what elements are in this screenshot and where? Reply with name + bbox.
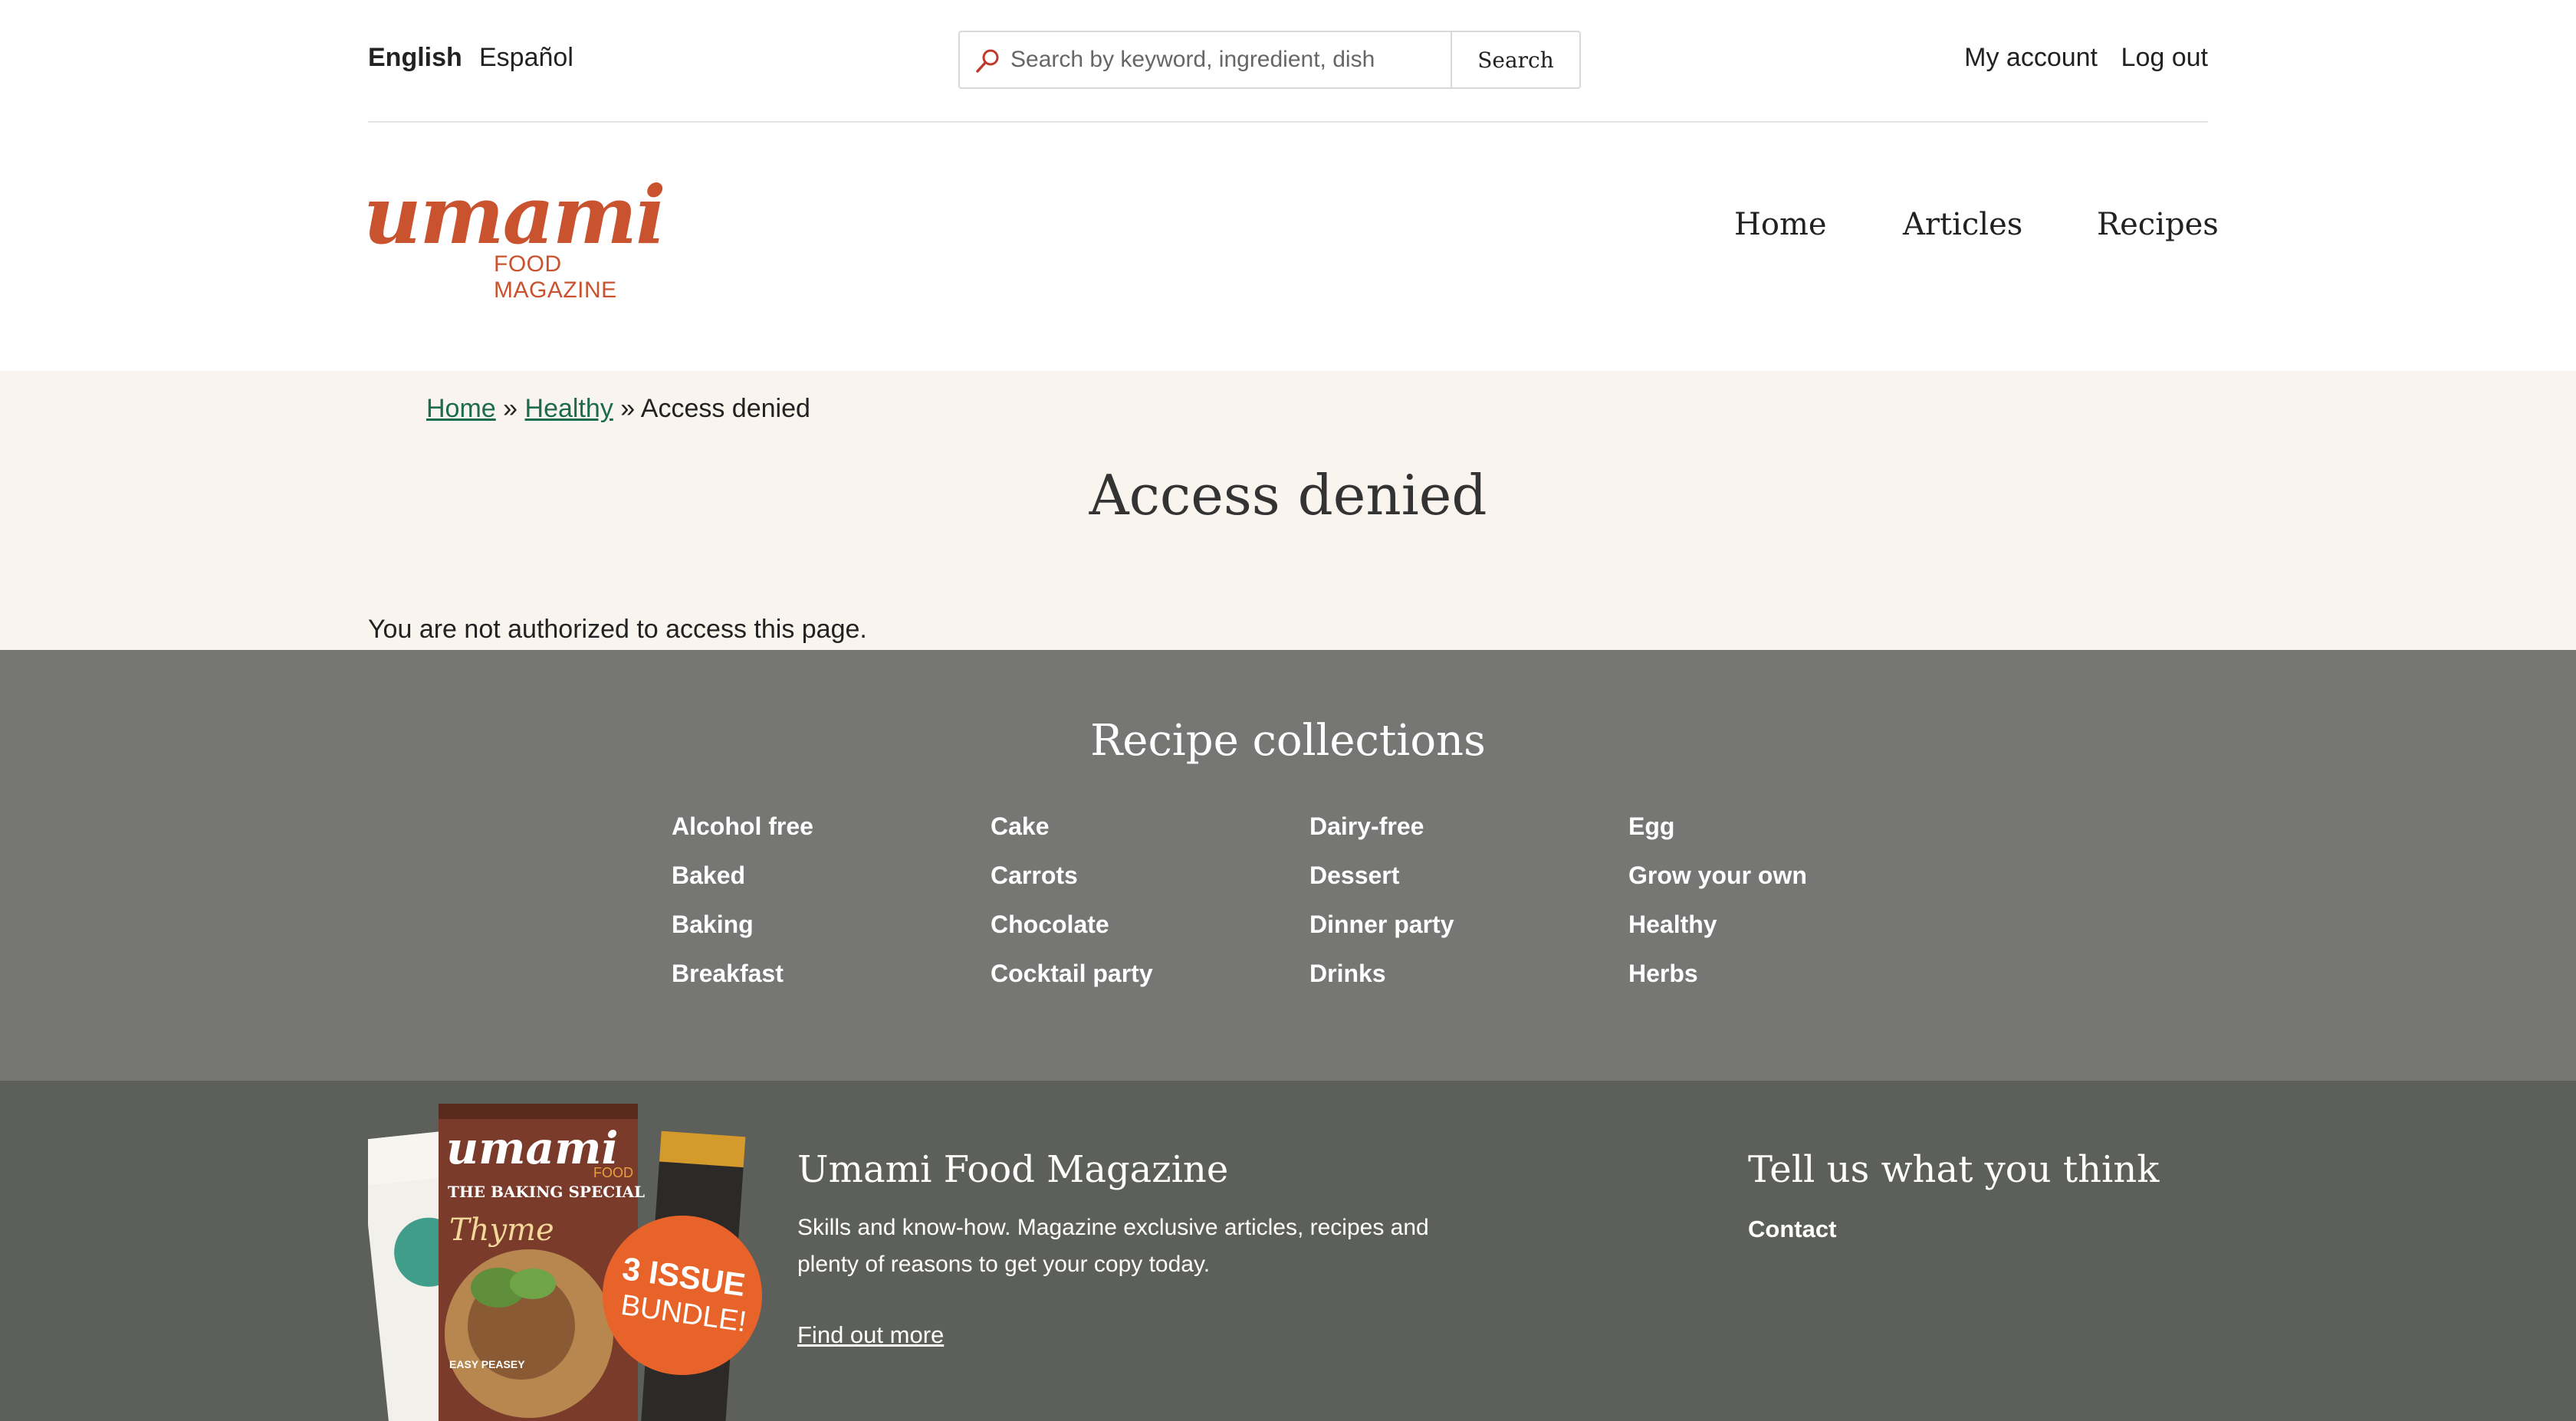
recipe-collections: Recipe collections Alcohol free Baked Ba… — [0, 650, 2576, 1081]
collection-link[interactable]: Drinks — [1309, 960, 1454, 1009]
cover-feature: Thyme — [449, 1213, 554, 1248]
site-footer: umami FOOD THE BAKING SPECIAL Thyme EASY… — [0, 1081, 2576, 1421]
breadcrumb: Home » Healthy » Access denied — [426, 394, 810, 424]
magazine-bundle-image: umami FOOD THE BAKING SPECIAL Thyme EASY… — [368, 1104, 762, 1421]
collection-link[interactable]: Grow your own — [1628, 861, 1807, 911]
cover-sub: FOOD — [593, 1165, 633, 1180]
footer-magazine-description: Skills and know-how. Magazine exclusive … — [797, 1215, 1429, 1277]
footer-contact-title: Tell us what you think — [1748, 1148, 2160, 1191]
collection-link[interactable]: Baked — [672, 861, 813, 911]
nav-articles[interactable]: Articles — [1903, 207, 2022, 242]
my-account-link[interactable]: My account — [1964, 43, 2098, 73]
search-box — [958, 31, 1457, 89]
page-title: Access denied — [1089, 463, 1487, 527]
find-out-more-link[interactable]: Find out more — [797, 1321, 944, 1349]
breadcrumb-healthy-link[interactable]: Healthy — [525, 394, 613, 423]
collection-link[interactable]: Cake — [991, 812, 1153, 861]
access-denied-message: You are not authorized to access this pa… — [368, 615, 867, 644]
log-out-link[interactable]: Log out — [2121, 43, 2208, 73]
language-english-link[interactable]: English — [368, 43, 462, 73]
cover-special: THE BAKING SPECIAL — [448, 1183, 645, 1201]
collection-link[interactable]: Carrots — [991, 861, 1153, 911]
collection-link[interactable]: Healthy — [1628, 911, 1807, 960]
search-input[interactable] — [1010, 32, 1447, 87]
collection-link[interactable]: Alcohol free — [672, 812, 813, 861]
logo-wordmark: umami — [363, 168, 666, 262]
collection-link[interactable]: Chocolate — [991, 911, 1153, 960]
collection-link[interactable]: Egg — [1628, 812, 1807, 861]
collection-link[interactable]: Herbs — [1628, 960, 1807, 1009]
breadcrumb-current: Access denied — [640, 394, 810, 423]
breadcrumb-home-link[interactable]: Home — [426, 394, 496, 423]
cover-easy: EASY PEASEY — [449, 1358, 525, 1370]
footer-magazine-title: Umami Food Magazine — [797, 1148, 1229, 1191]
collection-link[interactable]: Dessert — [1309, 861, 1454, 911]
top-bar: English Español Search My account Log ou… — [368, 0, 2208, 123]
bundle-badge: 3 ISSUE BUNDLE! — [603, 1216, 762, 1375]
nav-home[interactable]: Home — [1734, 207, 1827, 242]
site-logo[interactable]: umami FOOD MAGAZINE — [363, 168, 685, 304]
collection-link[interactable]: Dairy-free — [1309, 812, 1454, 861]
collections-column: Cake Carrots Chocolate Cocktail party — [991, 812, 1153, 1009]
logo-tagline: FOOD MAGAZINE — [494, 251, 617, 303]
search-button[interactable]: Search — [1451, 31, 1581, 89]
nav-recipes[interactable]: Recipes — [2097, 207, 2219, 242]
collections-title: Recipe collections — [1090, 716, 1486, 766]
collection-link[interactable]: Cocktail party — [991, 960, 1153, 1009]
content-area: Home » Healthy » Access denied Access de… — [0, 371, 2576, 650]
cover-wordmark: umami — [446, 1122, 619, 1174]
collections-column: Egg Grow your own Healthy Herbs — [1628, 812, 1807, 1009]
breadcrumb-separator: » — [503, 394, 518, 423]
collection-link[interactable]: Baking — [672, 911, 813, 960]
collection-link[interactable]: Breakfast — [672, 960, 813, 1009]
search-icon — [976, 49, 999, 73]
language-spanish-link[interactable]: Español — [479, 43, 573, 73]
collections-column: Alcohol free Baked Baking Breakfast — [672, 812, 813, 1009]
collection-link[interactable]: Dinner party — [1309, 911, 1454, 960]
collections-column: Dairy-free Dessert Dinner party Drinks — [1309, 812, 1454, 1009]
breadcrumb-separator: » — [620, 394, 636, 423]
contact-link[interactable]: Contact — [1748, 1216, 1836, 1243]
